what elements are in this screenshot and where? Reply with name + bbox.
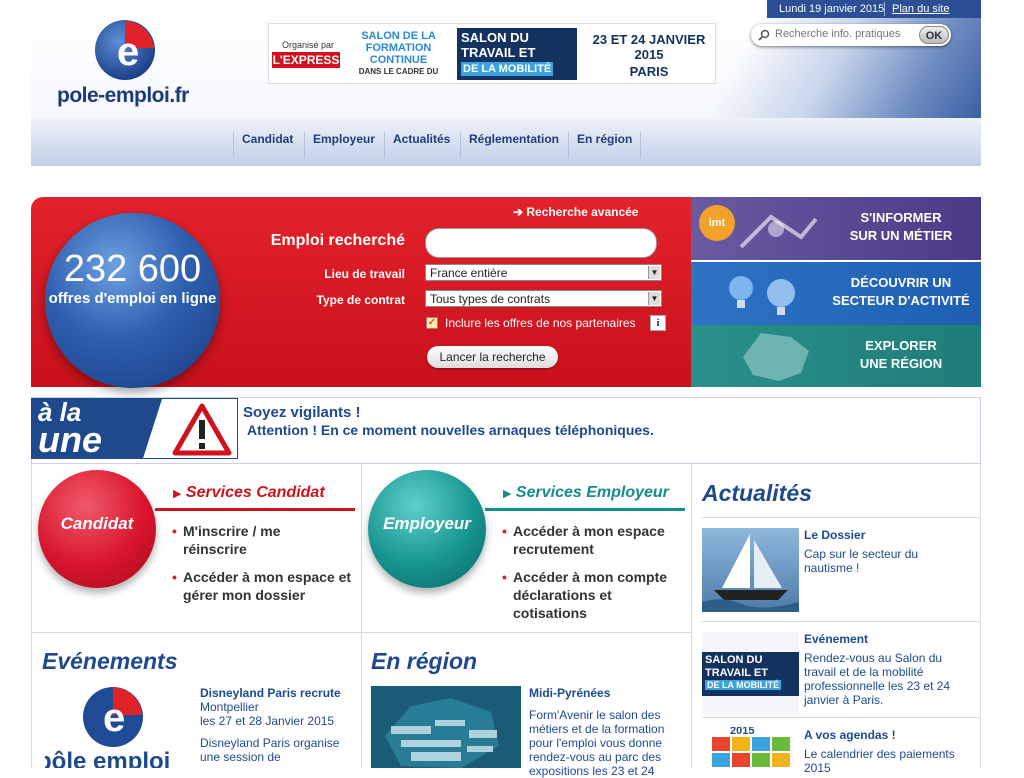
- imt-badge: imt: [699, 205, 735, 241]
- offers-count: 232 600: [63, 248, 202, 290]
- a-la-une-title[interactable]: Soyez vigilants !: [243, 404, 361, 421]
- divider: [702, 621, 979, 622]
- info-icon[interactable]: i: [650, 315, 666, 331]
- sitemap-link[interactable]: Plan du site: [892, 3, 949, 15]
- nav-reglementation[interactable]: Réglementation: [460, 132, 559, 158]
- divider: [884, 2, 885, 16]
- evenement-date: les 27 et 28 Janvier 2015: [200, 714, 335, 728]
- warning-icon: [172, 403, 232, 456]
- dropdown-arrow-icon: ▼: [648, 292, 660, 305]
- candidat-link-espace[interactable]: Accéder à mon espace et gérer mon dossie…: [172, 568, 353, 604]
- divider: [702, 517, 979, 518]
- actualite-thumb-salon[interactable]: SALON DU TRAVAIL ET DE LA MOBILITÉ: [702, 632, 799, 716]
- sailboat-icon: [702, 534, 799, 612]
- partners-label: Inclure les offres de nos partenaires: [445, 316, 636, 330]
- divider: [691, 464, 692, 768]
- evenement-thumb[interactable]: e pôle emploi: [45, 683, 190, 768]
- search-ok-button[interactable]: OK: [919, 26, 949, 44]
- candidat-title[interactable]: ▶ Services Candidat: [173, 484, 325, 502]
- employeur-bubble-label: Employeur: [383, 514, 471, 533]
- a-la-une-logo: à la une: [31, 398, 238, 459]
- evenements-heading: Evénements: [42, 648, 178, 674]
- lightbulb-icon: [711, 268, 821, 318]
- metier-illustration-icon: [731, 207, 821, 255]
- partners-checkbox[interactable]: ✓: [426, 317, 438, 329]
- actualite-thumb-nautisme[interactable]: [702, 528, 799, 612]
- actualite-thumb-agenda[interactable]: 2015: [702, 727, 799, 768]
- a-la-une-text[interactable]: Attention ! En ce moment nouvelles arnaq…: [247, 422, 654, 438]
- banner-express-logo: L'EXPRESS: [272, 52, 340, 68]
- banner-cadre: DANS LE CADRE DU: [358, 67, 439, 76]
- candidat-link-inscrire[interactable]: M'inscrire / me réinscrire: [172, 522, 343, 558]
- actualite-title-evenement[interactable]: Evénement: [804, 632, 868, 646]
- contract-select[interactable]: Tous types de contrats ▼: [425, 290, 662, 307]
- job-label: Emploi recherché: [270, 232, 405, 249]
- banner-city: PARIS: [629, 64, 669, 79]
- nav-actualites[interactable]: Actualités: [384, 132, 450, 158]
- region-heading: En région: [371, 648, 478, 674]
- evenement-place: Montpellier: [200, 700, 259, 714]
- region-title[interactable]: Midi-Pyrénées: [529, 686, 610, 700]
- word-cloud-map-icon: [385, 698, 499, 768]
- tile-region[interactable]: EXPLORER UNE RÉGION: [691, 325, 981, 387]
- advanced-search-link[interactable]: ➔ Recherche avancée: [513, 205, 638, 219]
- evenement-body: Disneyland Paris organise une session de: [200, 736, 340, 764]
- svg-text:e: e: [117, 30, 139, 74]
- banner-organise: Organisé par: [281, 40, 335, 50]
- divider: [361, 464, 362, 768]
- job-input[interactable]: [425, 228, 657, 258]
- candidat-rule: [155, 508, 355, 511]
- evenement-title[interactable]: Disneyland Paris recrute: [200, 686, 341, 700]
- actualite-body-evenement: Rendez-vous au Salon du travail et de la…: [804, 651, 951, 707]
- play-icon: ▶: [503, 488, 512, 500]
- arrow-right-icon: ➔: [513, 205, 527, 219]
- top-bar: Lundi 19 janvier 2015 Plan du site: [767, 0, 981, 18]
- salon-banner[interactable]: Organisé par L'EXPRESS SALON DE LA FORMA…: [268, 23, 716, 84]
- actualite-body-dossier: Cap sur le secteur du nautisme !: [804, 547, 919, 575]
- place-label: Lieu de travail: [324, 267, 405, 281]
- place-select[interactable]: France entière ▼: [425, 264, 662, 281]
- banner-salon-travail: SALON DU TRAVAIL ET DE LA MOBILITÉ: [457, 28, 577, 80]
- tile-metier[interactable]: imt S'INFORMER SUR UN MÉTIER: [691, 197, 981, 260]
- offers-sub: offres d'emploi en ligne: [48, 290, 217, 307]
- candidat-bubble-label: Candidat: [60, 514, 134, 533]
- actualite-title-agenda[interactable]: A vos agendas !: [804, 728, 896, 742]
- actualite-body-agenda: Le calendrier des paiements 2015: [804, 747, 955, 775]
- actualites-heading: Actualités: [702, 480, 812, 506]
- tile-secteur[interactable]: DÉCOUVRIR UN SECTEUR D'ACTIVITÉ: [691, 262, 981, 325]
- banner-dates: 23 ET 24 JANVIER 2015: [592, 32, 706, 62]
- divider: [702, 717, 979, 718]
- france-map-icon: [731, 329, 821, 383]
- nav-region[interactable]: En région: [568, 132, 642, 158]
- nav-candidat[interactable]: Candidat: [233, 132, 293, 158]
- svg-text:e: e: [103, 696, 125, 740]
- current-date: Lundi 19 janvier 2015: [779, 3, 885, 15]
- dropdown-arrow-icon: ▼: [648, 266, 660, 279]
- employeur-link-compte[interactable]: Accéder à mon compte déclarations et cot…: [502, 568, 683, 622]
- divider: [31, 632, 691, 633]
- info-search-input[interactable]: [773, 27, 917, 41]
- launch-search-button[interactable]: Lancer la recherche: [427, 346, 558, 368]
- employeur-rule: [485, 508, 685, 511]
- employeur-link-recrutement[interactable]: Accéder à mon espace recrutement: [502, 522, 678, 558]
- play-icon: ▶: [173, 488, 182, 500]
- main-nav: Candidat Employeur Actualités Réglementa…: [31, 118, 981, 166]
- employeur-title[interactable]: ▶ Services Employeur: [503, 484, 669, 502]
- nav-employeur[interactable]: Employeur: [304, 132, 375, 158]
- region-thumb[interactable]: [371, 686, 521, 768]
- info-search: OK: [751, 24, 951, 46]
- banner-formation: SALON DE LA FORMATION CONTINUE: [361, 30, 436, 66]
- search-icon: [758, 29, 770, 41]
- contract-label: Type de contrat: [316, 293, 405, 307]
- actualite-title-dossier[interactable]: Le Dossier: [804, 528, 865, 542]
- logo-text: pole-emploi.fr: [57, 84, 189, 107]
